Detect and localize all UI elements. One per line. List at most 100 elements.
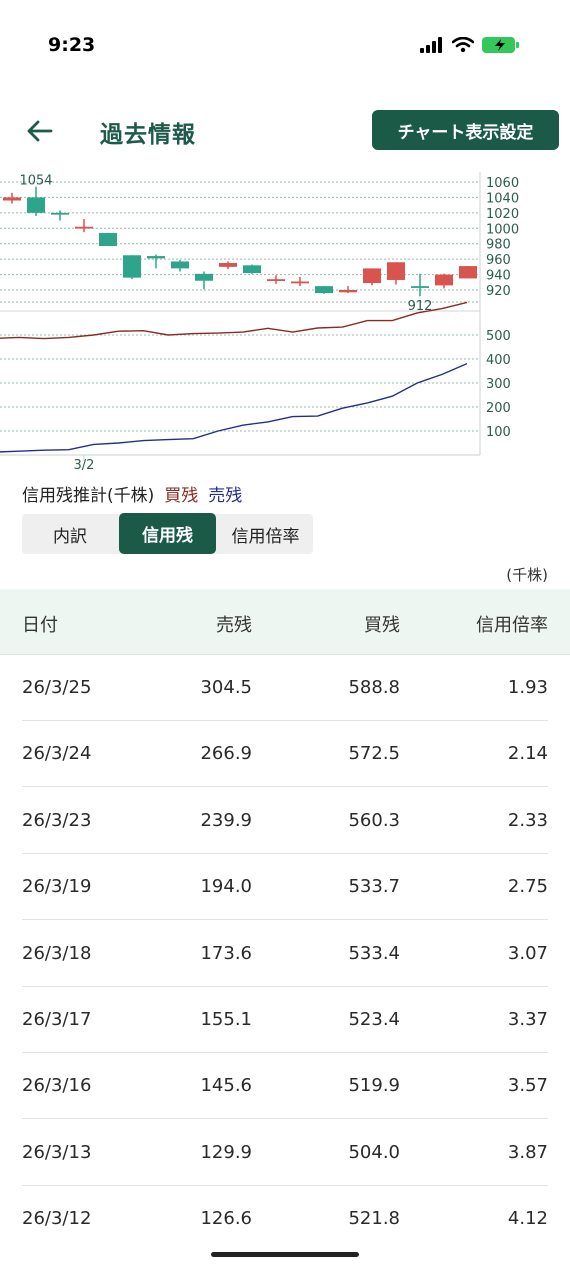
cell-buy: 519.9 [348, 1075, 400, 1097]
candlestick [435, 274, 453, 286]
table-row: 26/3/16 145.6 519.9 3.57 [22, 1053, 548, 1120]
sell-balance-line [0, 362, 468, 453]
header-buy: 買残 [364, 615, 400, 636]
unit-label: (千株) [506, 566, 548, 584]
cell-date: 26/3/24 [22, 743, 92, 765]
back-arrow-icon [27, 120, 53, 142]
cell-buy: 504.0 [348, 1141, 400, 1163]
table-row: 26/3/25 304.5 588.8 1.93 [22, 655, 548, 721]
chart-svg: 1060104010201000980960940920 500 400 300 200… [0, 172, 519, 473]
price-tick-label: 1060 [486, 176, 519, 191]
volume-tick-label: 300 [486, 377, 511, 392]
cell-sell: 194.0 [200, 876, 252, 898]
candlestick [219, 263, 237, 267]
wifi-icon [452, 37, 474, 53]
price-tick-label: 1040 [486, 191, 519, 206]
cell-date: 26/3/12 [22, 1208, 92, 1230]
tab-margin-ratio[interactable]: 信用倍率 [218, 514, 313, 554]
battery-charging-icon [482, 37, 519, 53]
cell-ratio: 2.14 [507, 743, 548, 765]
price-tick-label: 920 [486, 284, 511, 299]
cell-buy: 523.4 [348, 1009, 400, 1030]
volume-tick-label: 500 [486, 329, 511, 344]
cell-date: 26/3/17 [22, 1009, 92, 1030]
legend-sell: 売残 [208, 486, 243, 506]
home-indicator [211, 1252, 359, 1257]
back-button[interactable] [22, 114, 56, 148]
table-row: 26/3/19 194.0 533.7 2.75 [22, 854, 548, 921]
cell-buy: 588.8 [348, 677, 400, 698]
candlestick [243, 265, 261, 274]
cell-ratio: 2.33 [507, 809, 548, 831]
signal-icon [420, 37, 442, 53]
cell-buy: 572.5 [348, 743, 400, 765]
candlestick [339, 290, 357, 293]
table-row: 26/3/23 239.9 560.3 2.33 [22, 788, 548, 854]
volume-tick-label: 100 [486, 425, 511, 440]
header-sell: 売残 [216, 615, 252, 636]
candlestick [171, 261, 189, 269]
price-tick-label: 1000 [486, 222, 519, 237]
candlestick [363, 268, 381, 284]
table-row: 26/3/12 126.6 521.8 4.12 [22, 1186, 548, 1252]
candlestick [459, 266, 477, 279]
candlestick [267, 279, 285, 281]
candlestick [51, 212, 69, 215]
candlestick [387, 262, 405, 280]
high-annotation: 1054 [19, 174, 52, 189]
table-row: 26/3/13 129.9 504.0 3.87 [22, 1120, 548, 1186]
page-title: 過去情報 [100, 122, 196, 148]
margin-table: 日付 売残 買残 信用倍率 26/3/25 304.5 588.8 1.93 26/3/… [0, 589, 570, 1229]
chart-settings-button[interactable]: チャート表示設定 [372, 110, 559, 150]
candlestick [123, 255, 141, 278]
candlestick [291, 281, 309, 284]
cell-buy: 533.4 [348, 942, 400, 964]
cell-ratio: 3.07 [507, 942, 548, 964]
candlestick [99, 232, 117, 247]
cell-sell: 129.9 [200, 1141, 252, 1163]
cell-ratio: 3.37 [507, 1009, 548, 1030]
cell-date: 26/3/18 [22, 942, 92, 964]
cell-ratio: 2.75 [507, 876, 548, 898]
cell-buy: 560.3 [348, 809, 400, 831]
status-bar: 9:23 [0, 0, 570, 90]
tab-breakdown[interactable]: 内訳 [22, 514, 118, 554]
date-tick-label: 3/2 [74, 458, 95, 473]
cell-buy: 521.8 [348, 1208, 400, 1230]
tab-margin-balance[interactable]: 信用残 [119, 513, 216, 554]
candlestick [147, 256, 165, 259]
price-tick-label: 980 [486, 238, 511, 253]
cell-sell: 304.5 [200, 677, 252, 698]
cell-date: 26/3/25 [22, 677, 92, 698]
cell-sell: 173.6 [200, 942, 252, 964]
candlestick [75, 226, 93, 229]
nav-bar: 過去情報 チャート表示設定 [0, 100, 570, 160]
cell-ratio: 3.87 [507, 1141, 548, 1163]
segment-control: 内訳 信用残 信用倍率 [22, 513, 313, 554]
table-row: 26/3/24 266.9 572.5 2.14 [22, 721, 548, 788]
cell-sell: 155.1 [200, 1009, 252, 1030]
header-ratio: 信用倍率 [476, 615, 548, 636]
legend-title: 信用残推計(千株) [22, 486, 155, 506]
status-icons [420, 36, 522, 54]
cell-sell: 145.6 [200, 1075, 252, 1097]
buy-balance-line [0, 301, 468, 340]
cell-sell: 126.6 [200, 1208, 252, 1230]
volume-tick-label: 200 [486, 401, 511, 416]
candlestick [195, 273, 213, 281]
table-row: 26/3/17 155.1 523.4 3.37 [22, 987, 548, 1053]
table-header: 日付 売残 買残 信用倍率 [0, 589, 570, 655]
candlestick [315, 286, 333, 294]
candlestick [411, 286, 429, 288]
table-row: 26/3/18 173.6 533.4 3.07 [22, 921, 548, 987]
price-tick-label: 1020 [486, 207, 519, 222]
candlestick [3, 197, 21, 201]
legend-buy: 買残 [164, 486, 199, 506]
cell-ratio: 4.12 [507, 1208, 548, 1230]
chart-area[interactable]: 1060 1040 1020 1000 980 960 940 920 500 400 300 200… [0, 168, 570, 478]
status-time: 9:23 [48, 34, 96, 56]
volume-tick-label: 400 [486, 353, 511, 368]
chart-legend: 信用残推計(千株) 買残 売残 [22, 481, 242, 506]
cell-ratio: 3.57 [507, 1075, 548, 1097]
cell-buy: 533.7 [348, 876, 400, 898]
